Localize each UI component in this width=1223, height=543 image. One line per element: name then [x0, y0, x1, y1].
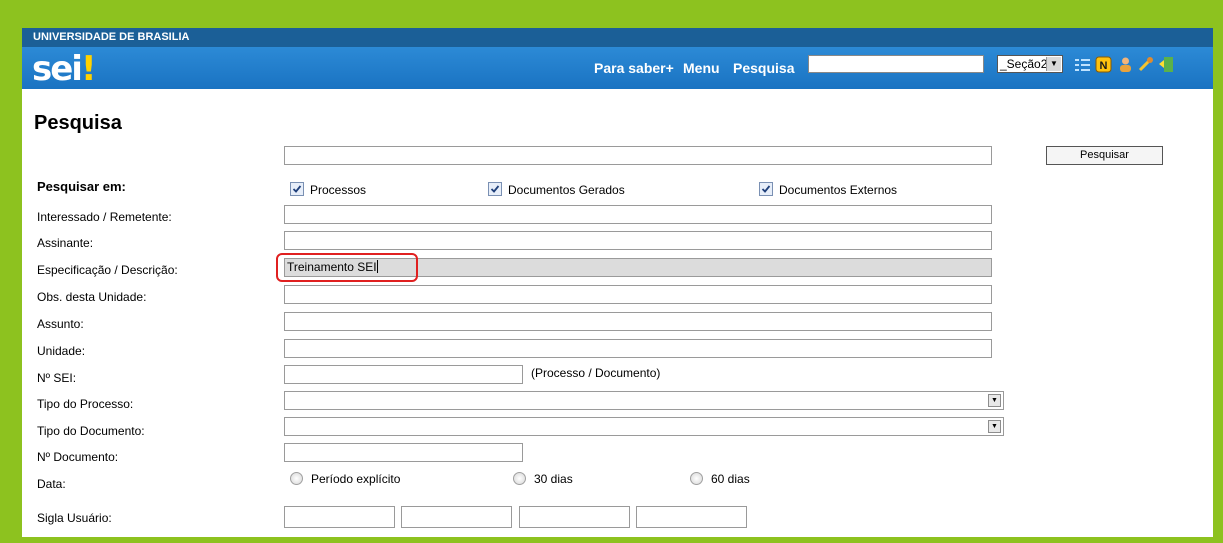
checkbox-checked-icon [290, 182, 304, 196]
notes-icon[interactable]: N [1095, 56, 1112, 73]
interessado-label: Interessado / Remetente: [37, 210, 172, 224]
assunto-label: Assunto: [37, 317, 84, 331]
checkbox-processos[interactable]: Processos [290, 182, 366, 197]
assunto-input[interactable] [284, 312, 992, 331]
ndocumento-label: Nº Documento: [37, 450, 119, 464]
radio-60-dias[interactable]: 60 dias [690, 472, 750, 486]
logo-text: sei [32, 49, 83, 89]
nsei-label: Nº SEI: [37, 371, 77, 385]
checkbox-checked-icon [759, 182, 773, 196]
app-header: sei! Para saber+ Menu Pesquisa _Seção2 ▼ … [22, 47, 1213, 89]
logo-mark: ! [80, 49, 96, 89]
exit-icon[interactable] [1158, 56, 1175, 73]
chevron-down-icon: ▼ [988, 420, 1001, 433]
nsei-hint: (Processo / Documento) [531, 366, 661, 380]
institution-bar: UNIVERSIDADE DE BRASILIA [22, 28, 1213, 47]
page-title: Pesquisa [34, 112, 122, 134]
checkbox-documentos-gerados[interactable]: Documentos Gerados [488, 182, 625, 197]
sigla-input-2[interactable] [401, 506, 512, 528]
assinante-label: Assinante: [37, 236, 94, 250]
tipo-processo-label: Tipo do Processo: [37, 397, 134, 411]
especificacao-label: Especificação / Descrição: [37, 263, 178, 277]
main-search-input[interactable] [284, 146, 992, 165]
list-icon[interactable] [1074, 56, 1091, 73]
chevron-down-icon: ▼ [988, 394, 1001, 407]
search-in-label: Pesquisar em: [37, 179, 126, 194]
radio-icon [513, 472, 526, 485]
nsei-input[interactable] [284, 365, 523, 384]
radio-30-dias[interactable]: 30 dias [513, 472, 573, 486]
nav-pesquisa[interactable]: Pesquisa [733, 60, 794, 76]
checkbox-documentos-externos[interactable]: Documentos Externos [759, 182, 897, 197]
sigla-input-3[interactable] [519, 506, 630, 528]
sei-logo[interactable]: sei! [32, 49, 96, 89]
radio-icon [290, 472, 303, 485]
chevron-down-icon: ▼ [1046, 57, 1061, 71]
checkbox-checked-icon [488, 182, 502, 196]
radio-label: 30 dias [534, 472, 573, 486]
user-icon[interactable] [1117, 56, 1134, 73]
sei-window: UNIVERSIDADE DE BRASILIA sei! Para saber… [22, 28, 1213, 537]
nav-menu[interactable]: Menu [683, 60, 720, 76]
header-search-input[interactable] [808, 55, 984, 73]
radio-icon [690, 472, 703, 485]
sigla-input-4[interactable] [636, 506, 747, 528]
sigla-label: Sigla Usuário: [37, 511, 112, 525]
obs-input[interactable] [284, 285, 992, 304]
assinante-input[interactable] [284, 231, 992, 250]
checkbox-label: Documentos Externos [779, 183, 898, 197]
tools-icon[interactable] [1137, 56, 1154, 73]
interessado-input[interactable] [284, 205, 992, 224]
highlight-box [276, 253, 418, 282]
pesquisar-button[interactable]: Pesquisar [1046, 146, 1163, 165]
radio-label: 60 dias [711, 472, 750, 486]
radio-periodo-explicito[interactable]: Período explícito [290, 472, 400, 486]
tipo-documento-select[interactable]: ▼ [284, 417, 1004, 436]
tipo-processo-select[interactable]: ▼ [284, 391, 1004, 410]
svg-text:N: N [1100, 60, 1108, 72]
unit-select-value: _Seção2 [1000, 57, 1048, 71]
sigla-input-1[interactable] [284, 506, 395, 528]
unit-select[interactable]: _Seção2 ▼ [997, 55, 1063, 73]
unidade-label: Unidade: [37, 344, 86, 358]
data-label: Data: [37, 477, 66, 491]
ndocumento-input[interactable] [284, 443, 523, 462]
nav-para-saber[interactable]: Para saber+ [594, 60, 674, 76]
unidade-input[interactable] [284, 339, 992, 358]
tipo-documento-label: Tipo do Documento: [37, 424, 145, 438]
radio-label: Período explícito [311, 472, 401, 486]
obs-label: Obs. desta Unidade: [37, 290, 147, 304]
checkbox-label: Documentos Gerados [508, 183, 625, 197]
checkbox-label: Processos [310, 183, 367, 197]
